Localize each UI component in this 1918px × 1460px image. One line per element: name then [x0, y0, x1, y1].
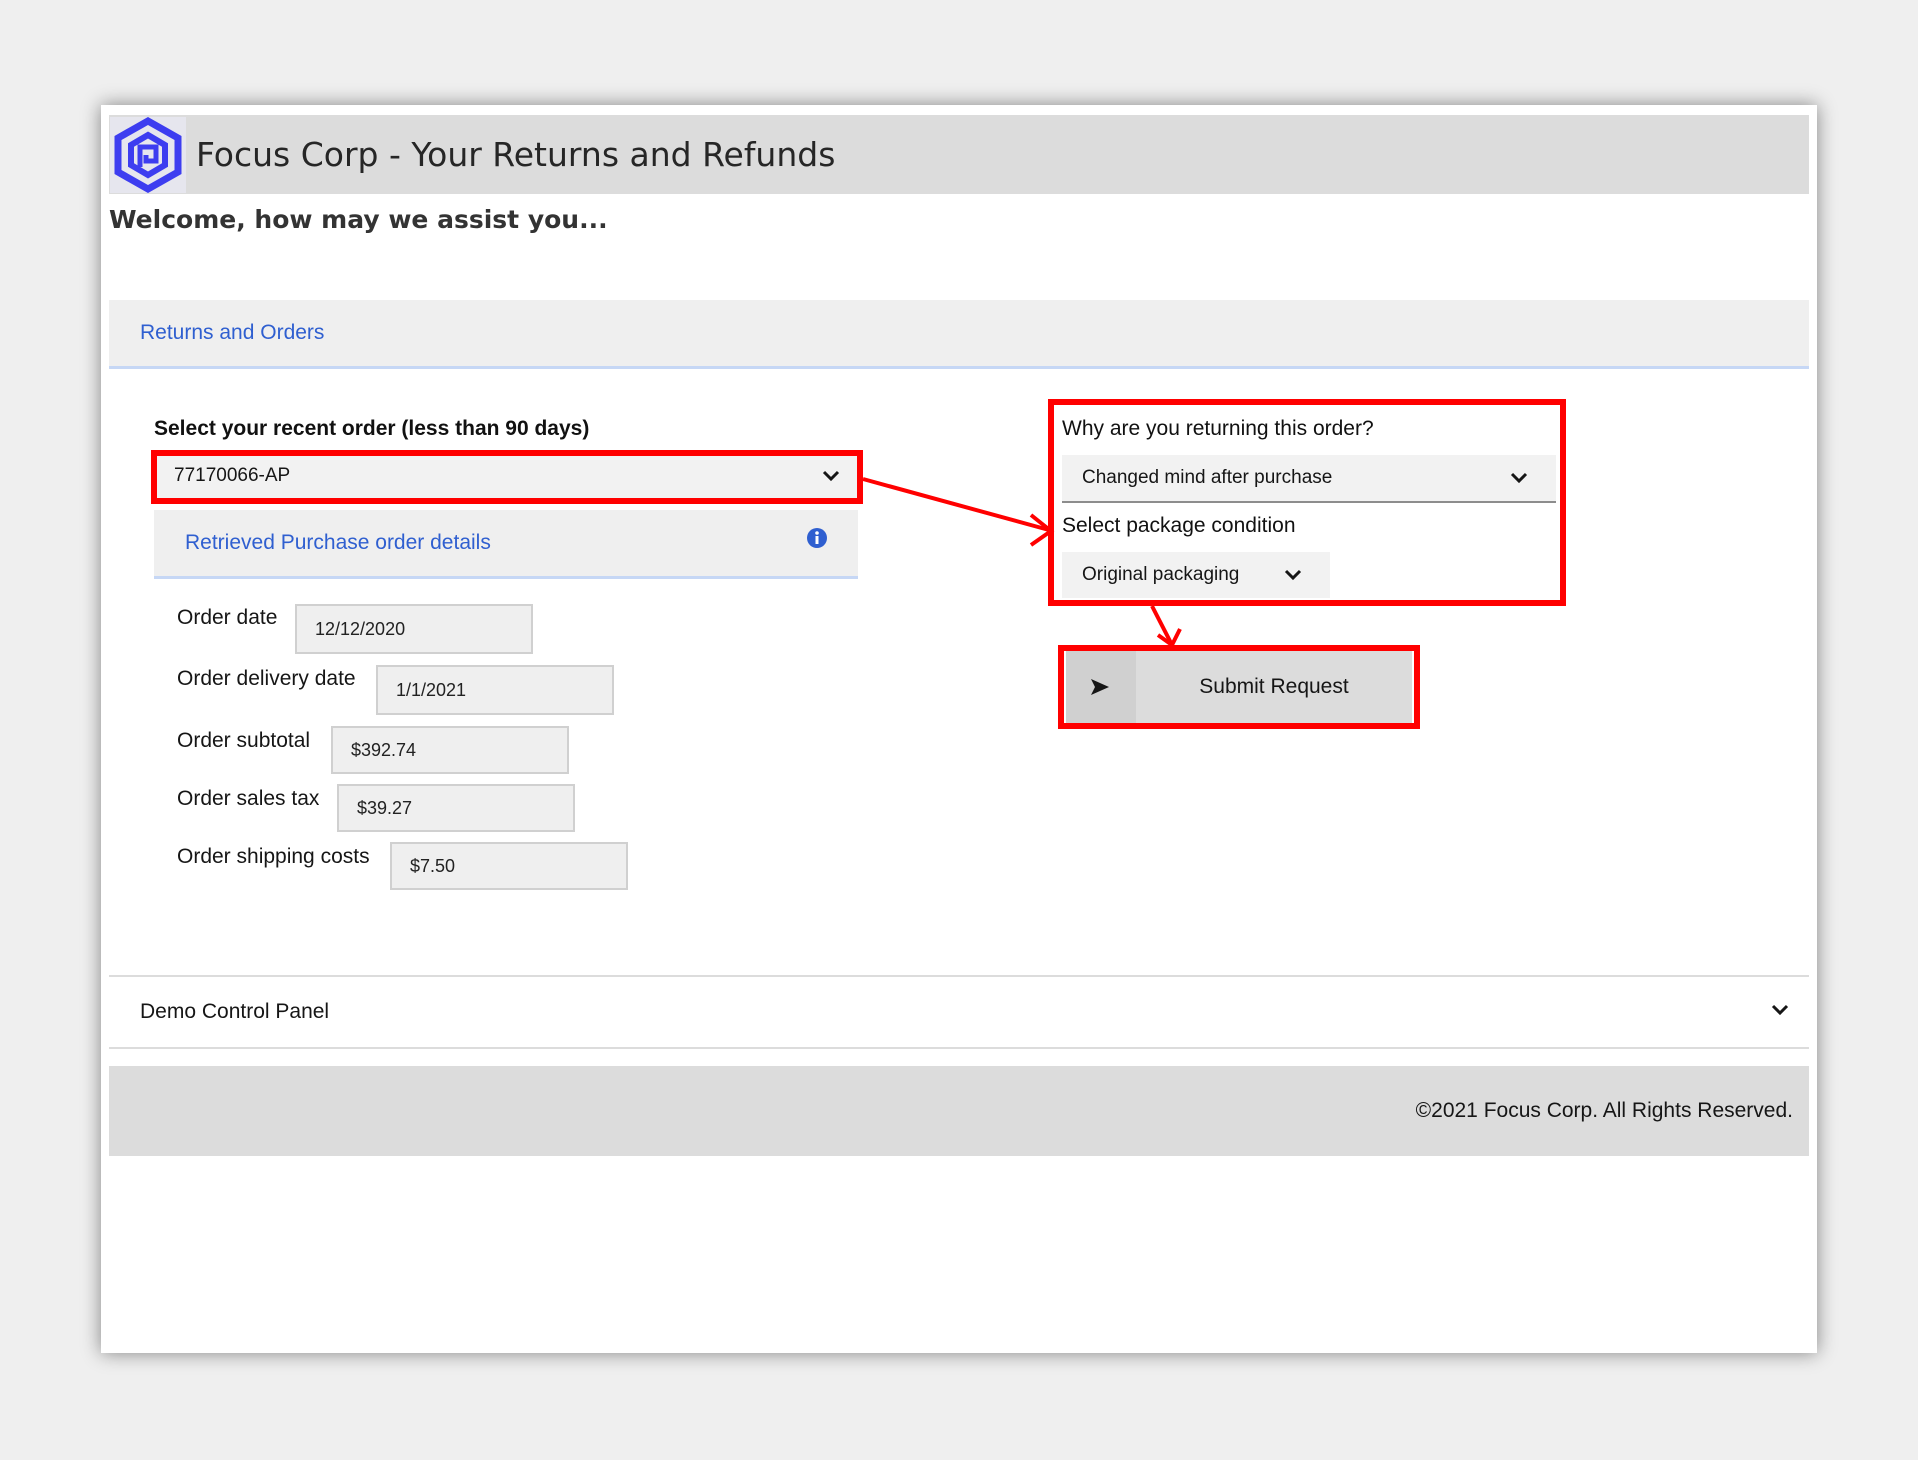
footer-text: ©2021 Focus Corp. All Rights Reserved. [1415, 1099, 1793, 1122]
footer: ©2021 Focus Corp. All Rights Reserved. [109, 1066, 1809, 1156]
demo-control-panel[interactable]: Demo Control Panel [109, 975, 1809, 1049]
arrow-order-to-return [862, 477, 1050, 532]
app-window: Focus Corp - Your Returns and Refunds We… [101, 105, 1817, 1353]
demo-control-panel-label: Demo Control Panel [140, 1000, 330, 1023]
annotation-arrows [862, 477, 1182, 648]
chevron-down-icon[interactable] [1771, 1003, 1789, 1017]
